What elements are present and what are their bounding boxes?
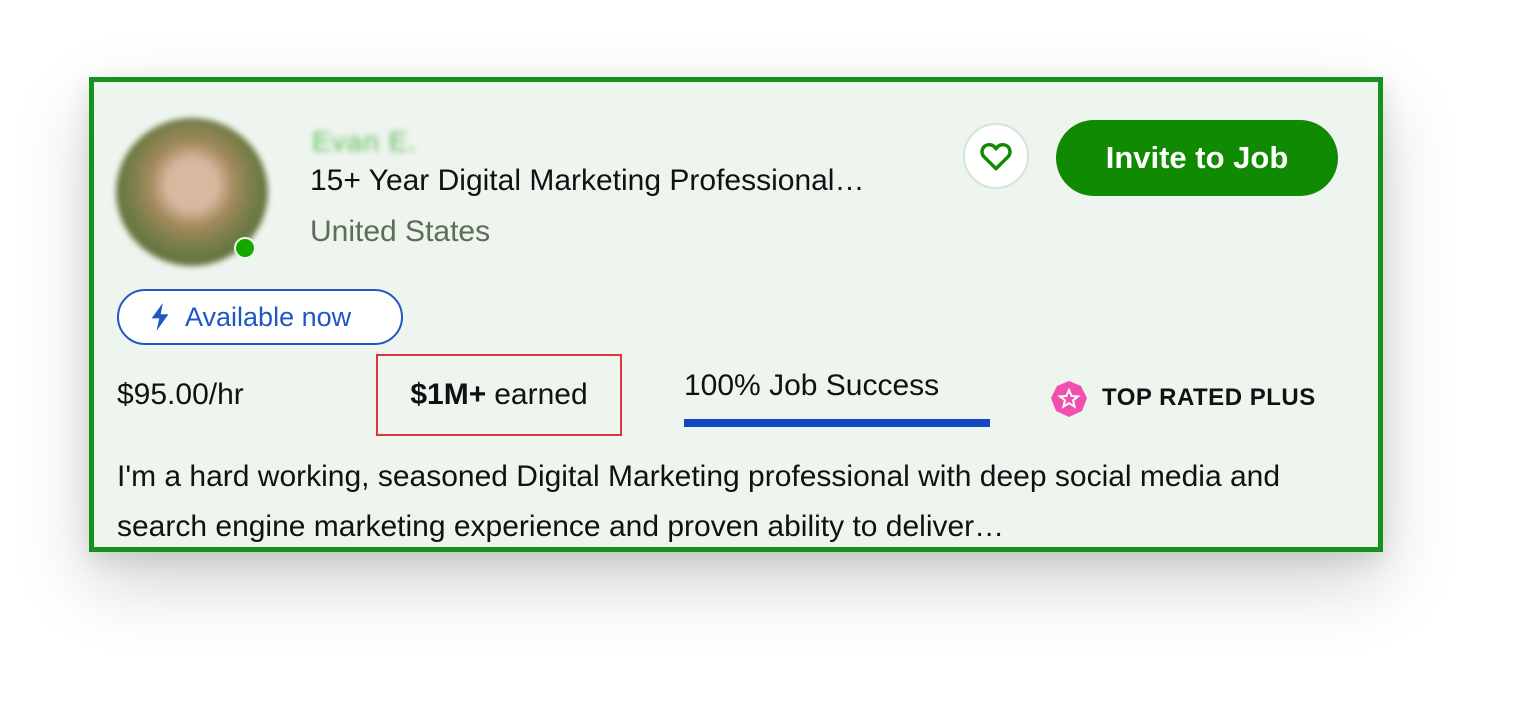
heart-icon [980, 142, 1012, 171]
lightning-icon [151, 303, 169, 331]
total-earned: $1M+ earned [376, 354, 622, 436]
job-success-bar [684, 419, 990, 427]
freelancer-description: I'm a hard working, seasoned Digital Mar… [117, 460, 1281, 543]
hourly-rate: $95.00/hr [117, 378, 244, 411]
earned-suffix: earned [494, 378, 588, 411]
available-now-badge[interactable]: Available now [117, 289, 403, 345]
freelancer-location: United States [310, 215, 491, 248]
top-rated-plus-label: TOP RATED PLUS [1102, 384, 1316, 411]
favorite-button[interactable] [963, 123, 1029, 189]
freelancer-title[interactable]: 15+ Year Digital Marketing Professional… [310, 164, 864, 198]
job-success-bar-fill [684, 419, 990, 427]
freelancer-card[interactable]: Evan E. 15+ Year Digital Marketing Profe… [89, 77, 1383, 552]
freelancer-name[interactable]: Evan E. [312, 126, 417, 158]
invite-to-job-button[interactable]: Invite to Job [1056, 120, 1338, 196]
available-now-label: Available now [185, 301, 352, 332]
online-status-dot [234, 237, 256, 259]
earned-amount: $1M+ [410, 378, 487, 411]
job-success-label: 100% Job Success [684, 369, 940, 402]
top-rated-plus-badge-icon [1051, 381, 1087, 417]
